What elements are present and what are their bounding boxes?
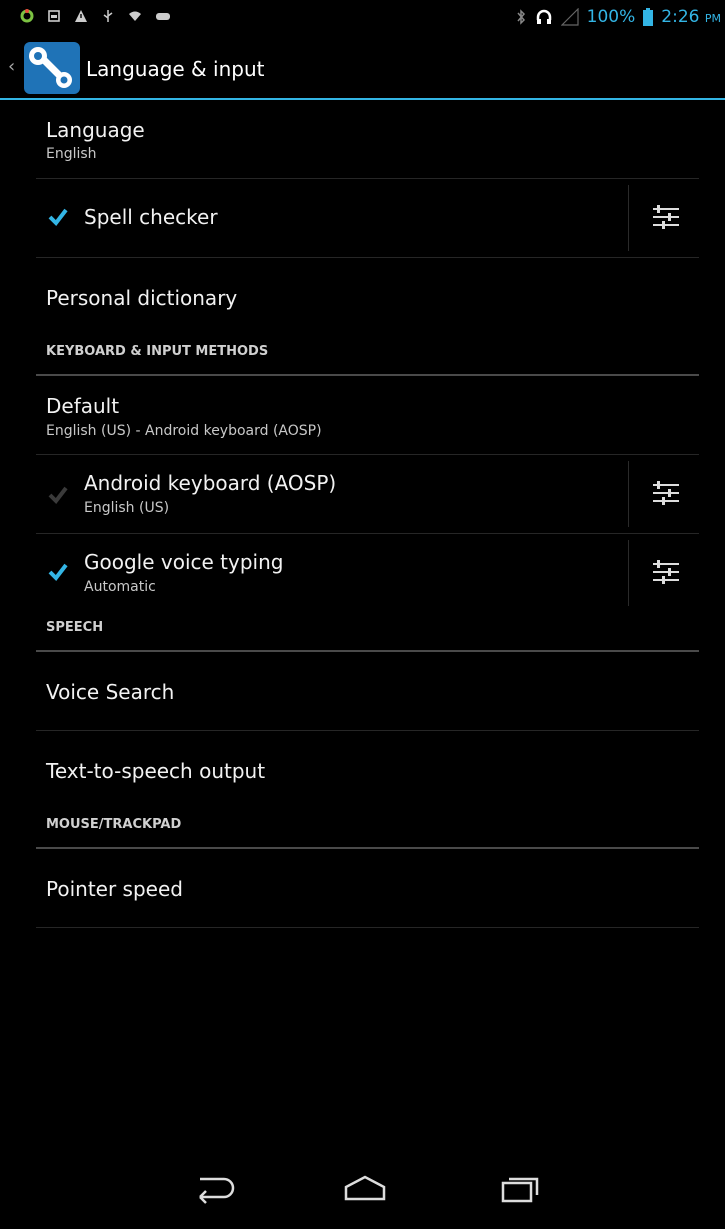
android-keyboard-title: Android keyboard (AOSP) [84, 471, 337, 495]
sim-icon [48, 10, 60, 22]
battery-percent: 100% [586, 7, 636, 27]
section-header-mouse: MOUSE/TRACKPAD [36, 809, 699, 849]
voice-search-title: Voice Search [46, 680, 175, 704]
settings-list: Language English Spell checker Personal … [0, 100, 725, 928]
google-voice-typing-title: Google voice typing [84, 550, 284, 574]
settings-wrench-icon[interactable] [24, 42, 80, 94]
navigation-bar [0, 1159, 725, 1229]
settings-sliders-icon [653, 205, 679, 229]
gamepad-icon [156, 13, 170, 20]
tts-output-item[interactable]: Text-to-speech output [36, 731, 699, 809]
spell-checker-settings-button[interactable] [628, 185, 699, 251]
language-title: Language [46, 118, 145, 142]
bluetooth-icon [517, 9, 525, 25]
google-voice-typing-item[interactable]: Google voice typing Automatic [36, 534, 699, 612]
android-keyboard-summary: English (US) [84, 500, 170, 516]
status-bar: 100% 2:26 PM [0, 0, 725, 36]
default-title: Default [46, 394, 120, 418]
google-voice-settings-button[interactable] [628, 540, 699, 606]
language-summary: English [46, 146, 97, 162]
android-keyboard-settings-button[interactable] [628, 461, 699, 527]
spell-checker-checkbox[interactable] [48, 207, 68, 227]
voice-search-item[interactable]: Voice Search [36, 652, 699, 731]
action-bar: ‹ Language & input [0, 36, 725, 100]
personal-dictionary-item[interactable]: Personal dictionary [36, 258, 699, 336]
settings-sliders-icon [653, 481, 679, 505]
section-header-keyboard: KEYBOARD & INPUT METHODS [36, 336, 699, 376]
google-voice-typing-summary: Automatic [84, 579, 156, 595]
recent-apps-icon[interactable] [495, 1171, 545, 1205]
headset-icon [536, 9, 551, 24]
spell-checker-item[interactable]: Spell checker [36, 179, 699, 258]
up-caret-icon[interactable]: ‹ [8, 56, 15, 77]
tts-output-title: Text-to-speech output [46, 759, 266, 783]
usb-icon [103, 10, 113, 22]
spell-checker-title: Spell checker [84, 205, 218, 229]
wifi-icon [129, 11, 141, 21]
sync-icon [20, 9, 34, 23]
page-title: Language & input [86, 57, 265, 81]
personal-dictionary-title: Personal dictionary [46, 286, 238, 310]
settings-sliders-icon [653, 560, 679, 584]
pointer-speed-item[interactable]: Pointer speed [36, 849, 699, 928]
android-keyboard-item[interactable]: Android keyboard (AOSP) English (US) [36, 455, 699, 534]
pointer-speed-title: Pointer speed [46, 877, 183, 901]
battery-icon [643, 8, 654, 26]
home-icon[interactable] [340, 1171, 390, 1205]
back-icon[interactable] [190, 1171, 240, 1205]
google-voice-typing-checkbox[interactable] [48, 562, 68, 582]
warning-icon [75, 10, 87, 22]
clock: 2:26 PM [661, 7, 721, 27]
section-header-speech: SPEECH [36, 612, 699, 652]
signal-icon [560, 8, 579, 26]
android-keyboard-checkbox[interactable] [48, 485, 68, 505]
default-summary: English (US) - Android keyboard (AOSP) [46, 423, 322, 439]
default-keyboard-item[interactable]: Default English (US) - Android keyboard … [36, 376, 699, 455]
language-item[interactable]: Language English [36, 100, 699, 179]
